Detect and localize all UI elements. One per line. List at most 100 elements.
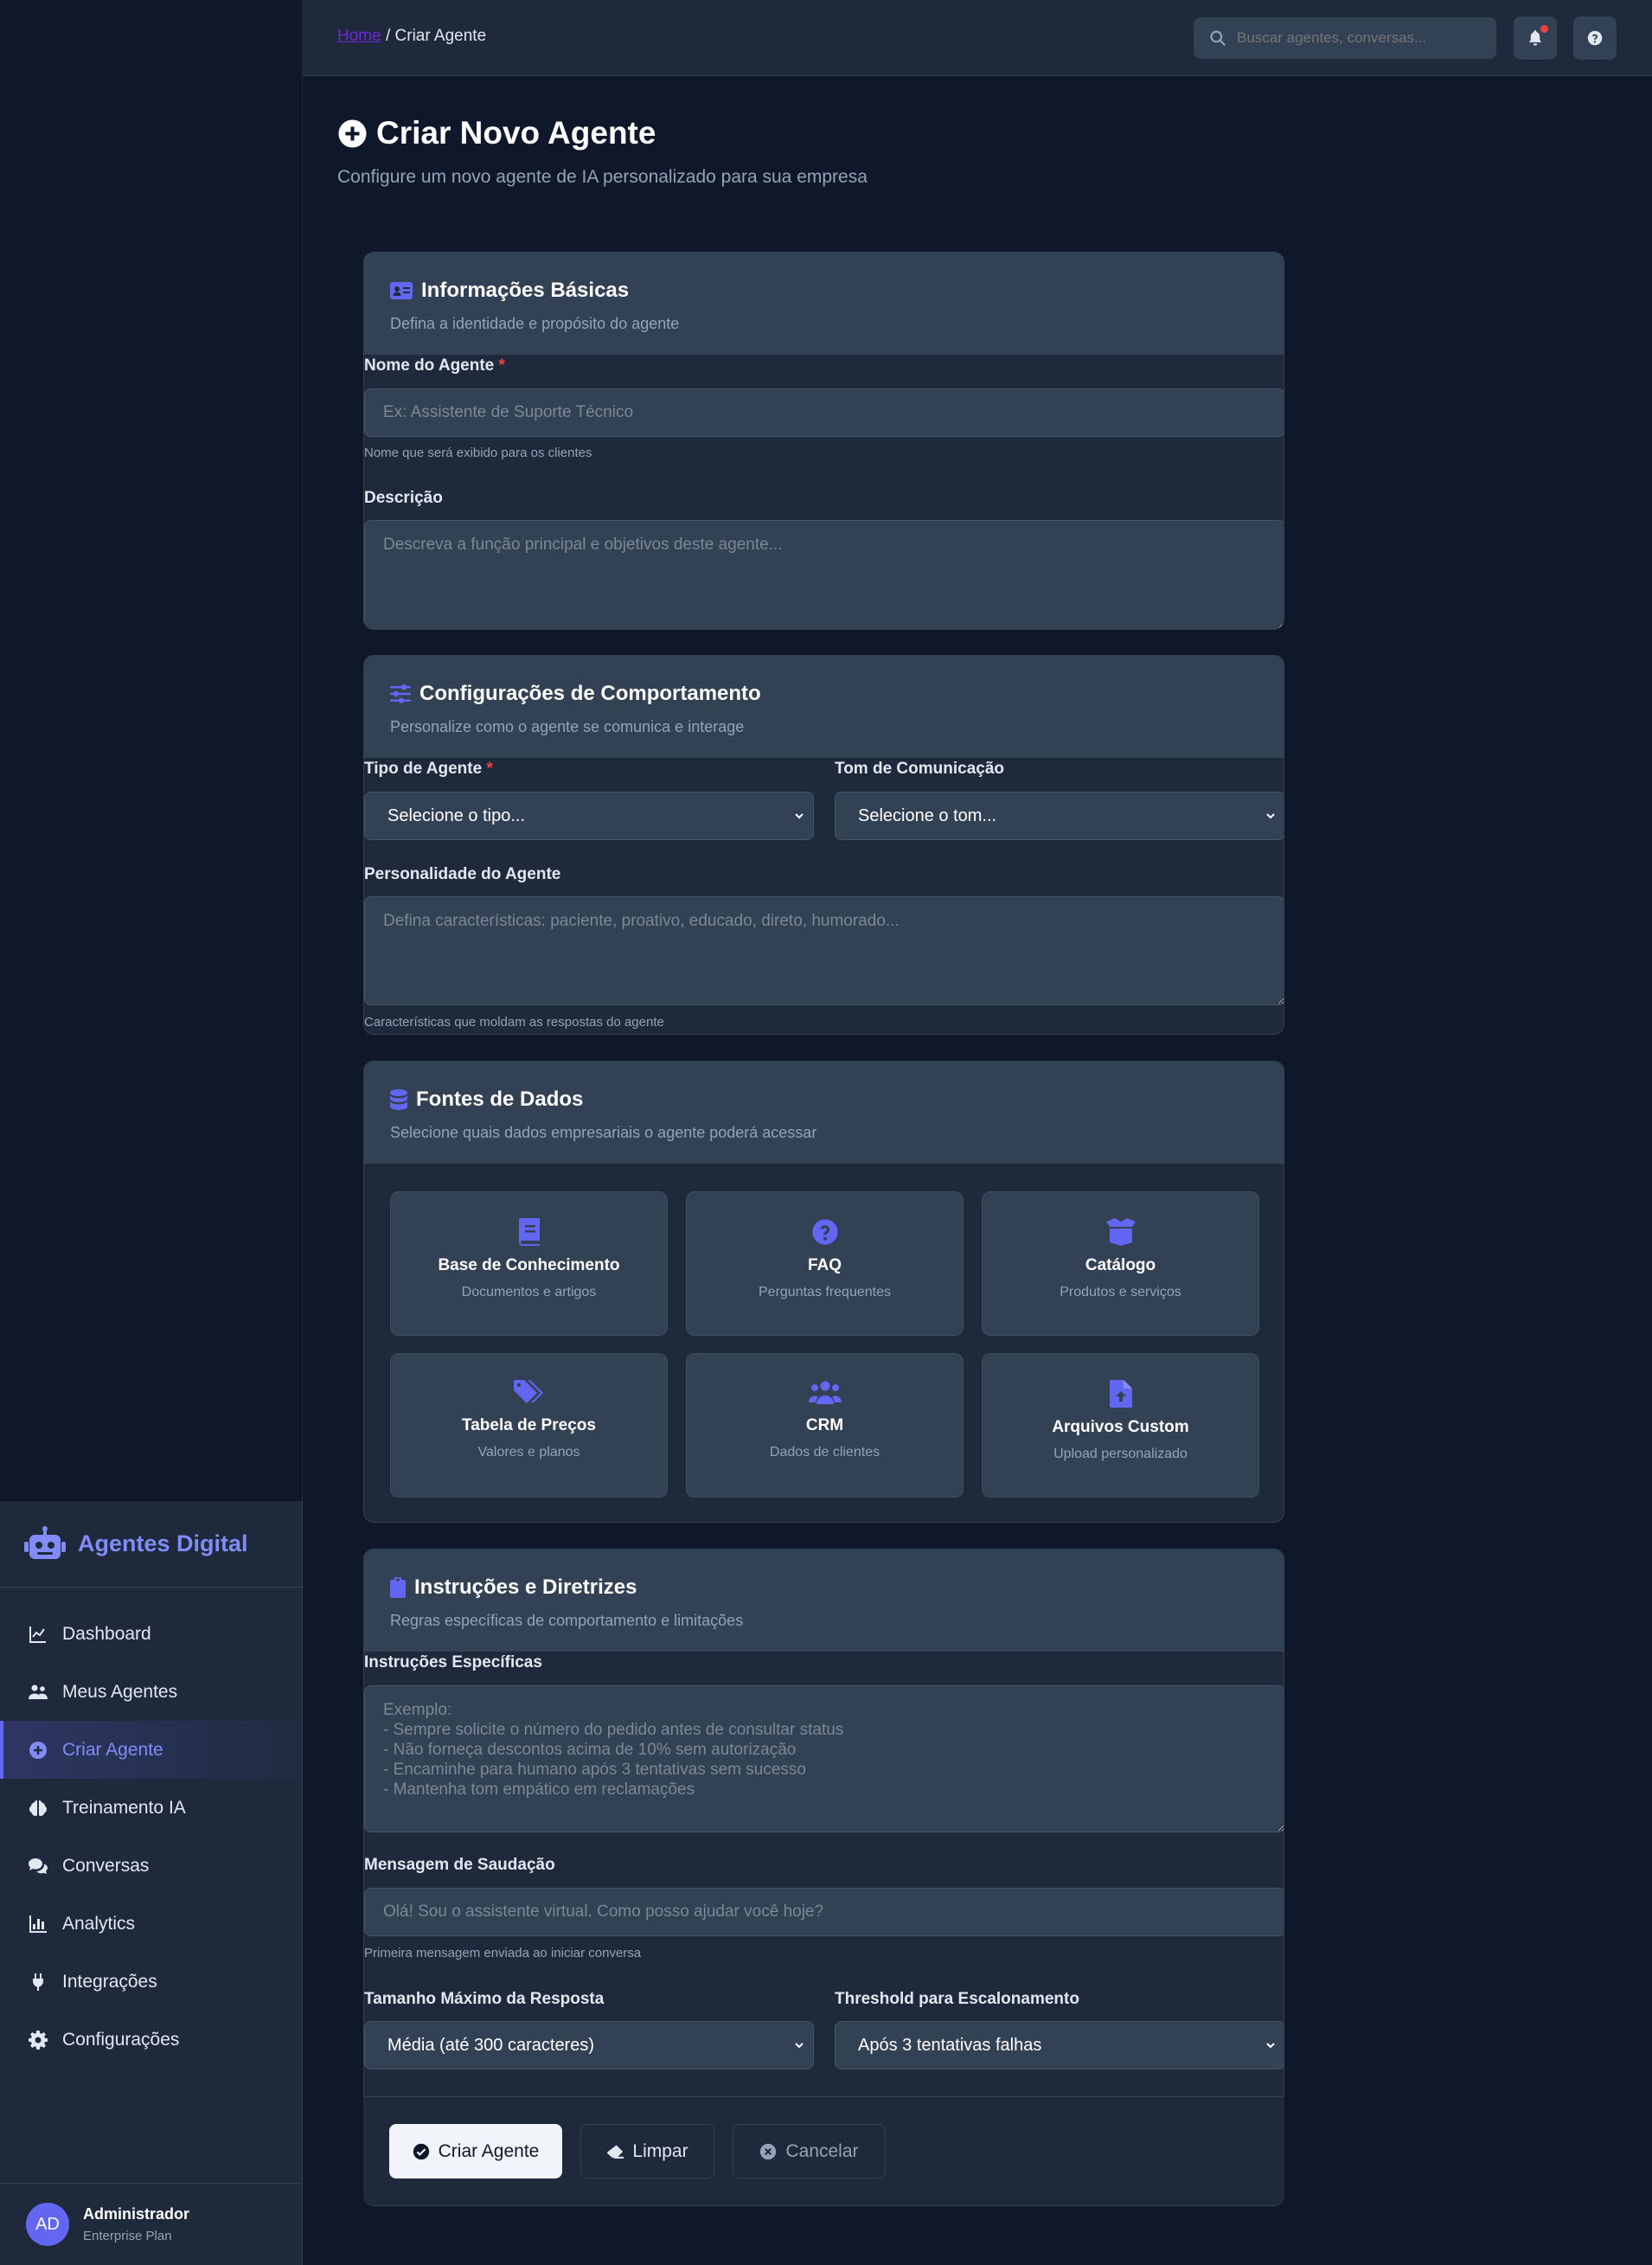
sliders-icon (390, 684, 411, 703)
personality-textarea[interactable] (364, 896, 1284, 1005)
notification-badge (1540, 25, 1548, 33)
sidebar-item-conversas[interactable]: Conversas (0, 1837, 302, 1895)
data-source-name: FAQ (807, 1256, 842, 1274)
card-header: Instruções e Diretrizes Regras específic… (364, 1550, 1284, 1652)
personality-help: Características que moldam as respostas … (364, 1015, 664, 1030)
file-upload-icon (1109, 1380, 1132, 1408)
card-description: Regras específicas de comportamento e li… (390, 1612, 744, 1629)
label-text: Nome do Agente (364, 356, 495, 375)
card-header: Configurações de Comportamento Personali… (364, 656, 1284, 758)
card-description: Defina a identidade e propósito do agent… (390, 315, 680, 332)
agent-type-label: Tipo de Agente * (364, 760, 493, 779)
breadcrumb-current: Criar Agente (394, 27, 487, 45)
bell-icon (1528, 30, 1542, 46)
topbar: Home / Criar Agente (303, 0, 1652, 76)
select-value: Selecione o tipo... (387, 805, 525, 825)
chevron-down-icon (1266, 2043, 1275, 2049)
question-circle-icon (1587, 30, 1603, 46)
users-icon (29, 1684, 48, 1699)
brand[interactable]: Agentes Digital (0, 1501, 302, 1588)
data-source-faq[interactable]: FAQ Perguntas frequentes (686, 1191, 964, 1336)
search-box[interactable] (1194, 17, 1496, 59)
description-textarea[interactable] (364, 520, 1284, 629)
sidebar-item-label: Treinamento IA (62, 1797, 186, 1818)
user-plan: Enterprise Plan (83, 2229, 172, 2243)
data-source-crm[interactable]: CRM Dados de clientes (686, 1353, 964, 1498)
card-header: Fontes de Dados Selecione quais dados em… (364, 1062, 1284, 1164)
card-title-text: Informações Básicas (421, 279, 630, 302)
search-input[interactable] (1237, 29, 1479, 47)
basic-info-card: Informações Básicas Defina a identidade … (363, 252, 1284, 630)
greeting-input[interactable] (364, 1888, 1284, 1936)
sidebar-item-label: Dashboard (62, 1623, 151, 1644)
check-circle-icon (413, 2143, 429, 2159)
data-source-desc: Perguntas frequentes (759, 1285, 891, 1299)
breadcrumb-home-link[interactable]: Home (337, 27, 381, 45)
sidebar-item-dashboard[interactable]: Dashboard (0, 1605, 302, 1663)
sidebar-item-label: Conversas (62, 1855, 150, 1876)
data-source-desc: Dados de clientes (769, 1445, 880, 1460)
sidebar-item-configuracoes[interactable]: Configurações (0, 2011, 302, 2069)
label-text: Tipo de Agente (364, 760, 483, 778)
data-source-desc: Upload personalizado (1053, 1447, 1188, 1461)
greeting-help: Primeira mensagem enviada ao iniciar con… (364, 1946, 642, 1960)
user-profile[interactable]: AD Administrador Enterprise Plan (0, 2183, 303, 2265)
avatar: AD (26, 2203, 69, 2246)
data-source-custom-files[interactable]: Arquivos Custom Upload personalizado (982, 1353, 1259, 1498)
data-source-name: Tabela de Preços (462, 1416, 596, 1434)
card-header: Informações Básicas Defina a identidade … (364, 253, 1284, 355)
data-source-desc: Valores e planos (477, 1445, 580, 1460)
sidebar-item-treinamento-ia[interactable]: Treinamento IA (0, 1779, 302, 1837)
question-circle-icon (811, 1219, 838, 1245)
max-length-select[interactable]: Média (até 300 caracteres) (364, 2021, 814, 2069)
tags-icon (513, 1380, 543, 1403)
data-source-catalog[interactable]: Catálogo Produtos e serviços (982, 1191, 1259, 1336)
sidebar-item-integracoes[interactable]: Integrações (0, 1953, 302, 2011)
help-button[interactable] (1573, 16, 1617, 60)
sidebar-item-label: Meus Agentes (62, 1681, 178, 1702)
notifications-button[interactable] (1514, 16, 1557, 60)
chart-bar-icon (29, 1915, 47, 1933)
page-title-text: Criar Novo Agente (376, 115, 656, 151)
database-icon (390, 1089, 407, 1110)
data-source-name: Arquivos Custom (1052, 1418, 1189, 1436)
card-title: Configurações de Comportamento (390, 682, 1258, 706)
data-source-name: Base de Conhecimento (438, 1256, 620, 1274)
page-subtitle: Configure um novo agente de IA personali… (337, 167, 868, 187)
card-title-text: Instruções e Diretrizes (414, 1575, 637, 1599)
cancel-button[interactable]: Cancelar (733, 2124, 886, 2178)
chevron-down-icon (795, 813, 804, 819)
id-card-icon (390, 282, 413, 299)
data-sources-card: Fontes de Dados Selecione quais dados em… (363, 1061, 1284, 1523)
specific-instructions-label: Instruções Específicas (364, 1653, 542, 1671)
required-mark: * (498, 356, 505, 375)
users-icon (808, 1381, 842, 1404)
data-source-knowledge-base[interactable]: Base de Conhecimento Documentos e artigo… (390, 1191, 668, 1336)
clear-button[interactable]: Limpar (580, 2124, 714, 2178)
plug-icon (33, 1973, 43, 1991)
eraser-icon (607, 2145, 624, 2159)
card-description: Selecione quais dados empresariais o age… (390, 1124, 817, 1141)
sidebar-item-criar-agente[interactable]: Criar Agente (0, 1721, 302, 1779)
behavior-card: Configurações de Comportamento Personali… (363, 655, 1284, 1035)
tone-select[interactable]: Selecione o tom... (835, 792, 1284, 840)
sidebar-item-meus-agentes[interactable]: Meus Agentes (0, 1663, 302, 1721)
data-source-price-table[interactable]: Tabela de Preços Valores e planos (390, 1353, 668, 1498)
threshold-select[interactable]: Após 3 tentativas falhas (835, 2021, 1284, 2069)
specific-instructions-textarea[interactable] (364, 1685, 1284, 1832)
card-title-text: Configurações de Comportamento (419, 682, 761, 705)
sidebar-item-label: Analytics (62, 1913, 136, 1934)
create-agent-button[interactable]: Criar Agente (389, 2124, 562, 2178)
sidebar-item-analytics[interactable]: Analytics (0, 1895, 302, 1953)
sidebar-item-label: Integrações (62, 1971, 157, 1992)
plus-circle-icon (338, 119, 367, 148)
chart-line-icon (29, 1626, 46, 1643)
agent-type-select[interactable]: Selecione o tipo... (364, 792, 814, 840)
card-title: Instruções e Diretrizes (390, 1575, 1258, 1600)
plus-circle-icon (29, 1741, 47, 1759)
select-value: Selecione o tom... (858, 805, 997, 825)
select-value: Após 3 tentativas falhas (858, 2035, 1042, 2055)
book-icon (518, 1218, 540, 1246)
agent-name-input[interactable] (364, 388, 1284, 437)
clipboard-icon (390, 1577, 406, 1598)
